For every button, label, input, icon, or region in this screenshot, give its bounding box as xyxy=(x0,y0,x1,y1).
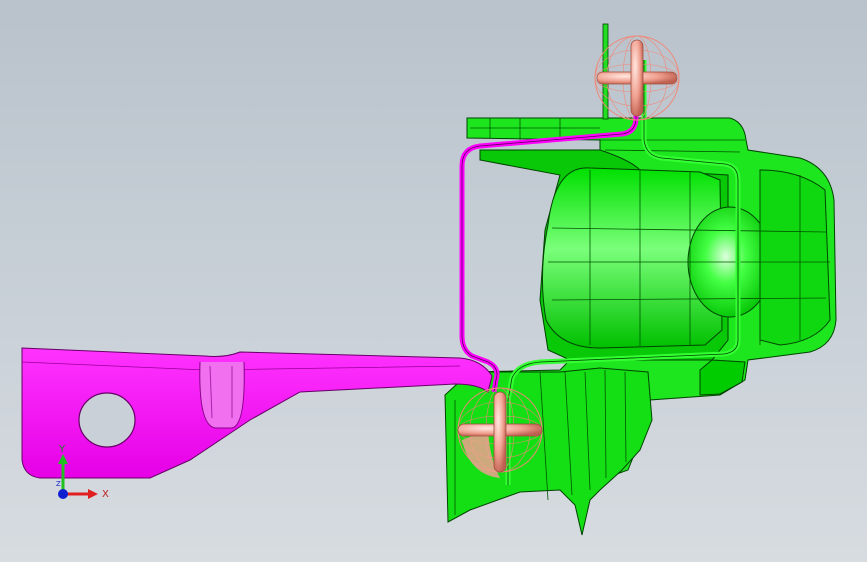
z-axis-dot xyxy=(58,489,68,499)
constraint-marker-top[interactable] xyxy=(594,35,680,121)
y-axis-arrow xyxy=(58,454,68,464)
coordinate-triad: Y X Z xyxy=(56,444,109,500)
weld-cross-vertical-bottom xyxy=(493,391,507,473)
x-axis-arrow xyxy=(88,489,98,499)
x-axis-label: X xyxy=(102,489,109,500)
z-axis-label: Z xyxy=(56,480,61,488)
graphics-viewport[interactable]: Y X Z xyxy=(0,0,867,562)
body-end-cap[interactable] xyxy=(759,169,831,346)
body-right-flange[interactable] xyxy=(699,359,746,396)
bracket-rib[interactable] xyxy=(199,361,245,429)
bracket-mounting-hole[interactable] xyxy=(78,392,136,448)
model-scene[interactable] xyxy=(0,0,867,562)
weld-cross-vertical-top xyxy=(630,39,644,117)
y-axis-label: Y xyxy=(58,444,66,455)
